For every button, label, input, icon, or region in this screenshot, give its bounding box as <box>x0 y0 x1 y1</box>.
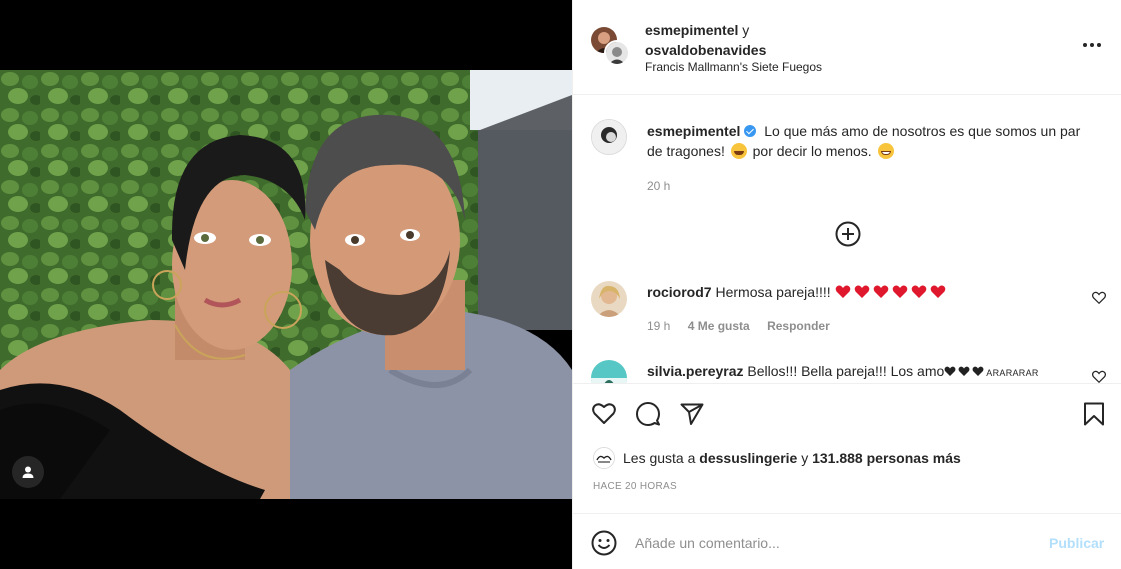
comment-suffix: ARARARAR <box>986 368 1039 378</box>
post-actions-bar <box>573 383 1121 443</box>
red-heart-emoji-icon <box>930 285 945 298</box>
comment-time: 19 h <box>647 319 671 333</box>
likes-summary[interactable]: Les gusta a dessuslingerie y 131.888 per… <box>591 447 1111 471</box>
comments-list[interactable]: esmepimentel Lo que más amo de nosotros … <box>573 95 1121 383</box>
red-heart-emoji-icon <box>854 285 869 298</box>
comment-text: rociorod7 Hermosa pareja!!!! <box>647 282 949 302</box>
comment-text: silvia.pereyraz Bellos!!! Bella pareja!!… <box>647 361 1039 383</box>
red-heart-emoji-icon <box>873 285 888 298</box>
post-header: esmepimentel y osvaldobenavides Francis … <box>573 0 1121 95</box>
verified-badge-icon <box>744 125 757 137</box>
likes-conjunction: y <box>801 450 809 466</box>
author-username-2[interactable]: osvaldobenavides <box>645 42 766 58</box>
post-caption: esmepimentel Lo que más amo de nosotros … <box>647 121 1092 161</box>
avatar[interactable] <box>604 40 630 66</box>
add-comment-bar: Publicar <box>573 513 1121 569</box>
red-heart-emoji-icon <box>911 285 926 298</box>
avatar[interactable] <box>593 447 615 469</box>
grinning-emoji-icon <box>877 143 894 159</box>
post-photo[interactable] <box>0 70 572 499</box>
load-more-comments-icon[interactable] <box>835 221 861 247</box>
red-heart-emoji-icon <box>835 285 850 298</box>
comment-likes-count[interactable]: 4 Me gusta <box>688 319 750 333</box>
publish-button[interactable]: Publicar <box>1049 535 1104 551</box>
user-tag-icon[interactable] <box>12 456 44 488</box>
liked-by-username[interactable]: dessuslingerie <box>699 450 797 466</box>
red-heart-emoji-icon <box>892 285 907 298</box>
likes-prefix: Les gusta a <box>623 450 696 466</box>
post-authors: esmepimentel y osvaldobenavides <box>645 20 766 60</box>
likes-text: Les gusta a dessuslingerie y 131.888 per… <box>623 450 961 466</box>
black-heart-emoji-icon <box>972 366 984 376</box>
authors-conjunction: y <box>742 22 750 38</box>
add-comment-input[interactable] <box>633 526 1027 560</box>
post-side-panel: esmepimentel y osvaldobenavides Francis … <box>572 0 1121 569</box>
laughing-emoji-icon <box>730 143 747 159</box>
more-options-icon[interactable] <box>1081 34 1103 56</box>
share-paper-plane-icon[interactable] <box>679 401 705 427</box>
author-username-1[interactable]: esmepimentel <box>645 22 738 38</box>
caption-timestamp: 20 h <box>647 179 671 193</box>
like-comment-heart-icon[interactable] <box>1092 370 1106 383</box>
avatar[interactable] <box>591 119 627 155</box>
comment-username[interactable]: rociorod7 <box>647 284 712 300</box>
like-comment-heart-icon[interactable] <box>1092 291 1106 305</box>
caption-username[interactable]: esmepimentel <box>647 123 740 139</box>
black-heart-emoji-icon <box>944 366 956 376</box>
post-location[interactable]: Francis Mallmann's Siete Fuegos <box>645 60 822 74</box>
avatar[interactable] <box>591 281 627 317</box>
comment-body: Bellos!!! Bella pareja!!! Los amo <box>747 363 945 379</box>
post-timestamp[interactable]: HACE 20 HORAS <box>593 481 677 492</box>
comment-username[interactable]: silvia.pereyraz <box>647 363 744 379</box>
save-bookmark-icon[interactable] <box>1081 401 1107 427</box>
post-media <box>0 0 572 569</box>
avatar[interactable] <box>591 360 627 383</box>
emoji-picker-icon[interactable] <box>591 530 617 556</box>
black-heart-emoji-icon <box>958 366 970 376</box>
likes-count[interactable]: 131.888 personas más <box>812 450 961 466</box>
instagram-post-view: esmepimentel y osvaldobenavides Francis … <box>0 0 1121 569</box>
comment-meta: 19 h 4 Me gusta Responder <box>647 319 844 333</box>
author-avatars[interactable] <box>591 27 631 67</box>
comment-body: Hermosa pareja!!!! <box>715 284 831 300</box>
couple-selfie-image <box>0 70 572 499</box>
like-heart-icon[interactable] <box>591 401 617 427</box>
reply-button[interactable]: Responder <box>767 319 830 333</box>
caption-text-2: por decir lo menos. <box>752 143 872 159</box>
comment-bubble-icon[interactable] <box>635 401 661 427</box>
